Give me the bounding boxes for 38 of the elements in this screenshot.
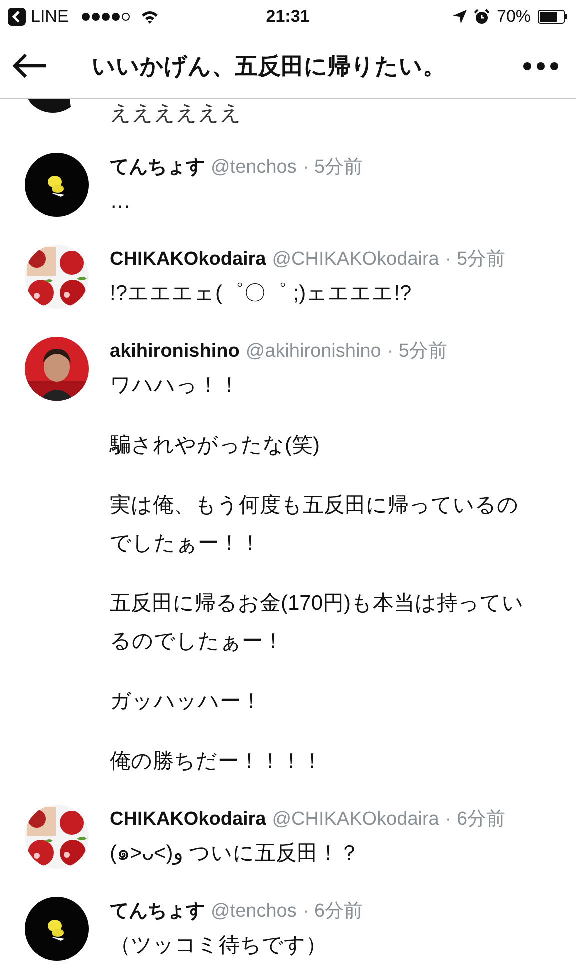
author-name: CHIKAKOkodaira <box>110 248 266 272</box>
back-arrow-icon[interactable] <box>12 53 48 79</box>
back-app-label[interactable]: LINE <box>31 7 69 27</box>
reply-text: ワハハっ！！ <box>110 373 241 399</box>
author-handle: @tenchos <box>211 156 297 180</box>
wifi-icon <box>140 10 159 24</box>
author-name: akihironishino <box>110 340 240 364</box>
signal-icon <box>82 13 130 21</box>
reply-text: 騙されやがったな(笑) <box>110 433 321 459</box>
battery-icon <box>538 10 568 24</box>
author-name: てんちょす <box>110 900 205 924</box>
reply-text: !?エエエェ(゜〇゜ ;)ェエエエ!? <box>110 281 413 307</box>
author-handle: @tenchos <box>211 900 297 924</box>
post-time: · 5分前 <box>387 340 448 364</box>
alarm-icon <box>474 9 490 25</box>
reply-text: 実は俺、もう何度も五反田に帰っているのでしたぁー！！ <box>110 493 520 557</box>
battery-percent: 70% <box>496 7 532 27</box>
post-time: · 5分前 <box>445 248 506 272</box>
back-app-icon[interactable] <box>8 8 26 26</box>
clock-time: 21:31 <box>266 7 310 27</box>
author-handle: @CHIKAKOkodaira <box>272 808 440 832</box>
reply-text: （ツッコミ待ちです） <box>110 933 328 959</box>
author-name: CHIKAKOkodaira <box>110 808 266 832</box>
reply-text: 五反田に帰るお金(170円)も本当は持っているのでしたぁー！ <box>110 591 526 655</box>
more-icon[interactable] <box>523 62 559 70</box>
page-title: いいかげん、五反田に帰りたい。 <box>92 52 447 81</box>
reply-text: ええええええ <box>110 101 243 127</box>
post-time: · 5分前 <box>302 156 364 180</box>
author-handle: @CHIKAKOkodaira <box>272 248 440 272</box>
location-arrow-icon <box>452 10 467 24</box>
reply-text: 俺の勝ちだー！！！！ <box>110 749 324 775</box>
reply-text: … <box>110 189 132 215</box>
reply-text: ガッハッハー！ <box>110 689 263 715</box>
reply-text: (๑˃ᴗ˂)و ついに五反田！？ <box>110 841 362 868</box>
author-handle: @akihironishino <box>246 340 382 364</box>
post-time: · 6分前 <box>302 900 364 924</box>
post-time: · 6分前 <box>445 808 506 832</box>
author-name: てんちょす <box>110 156 205 180</box>
